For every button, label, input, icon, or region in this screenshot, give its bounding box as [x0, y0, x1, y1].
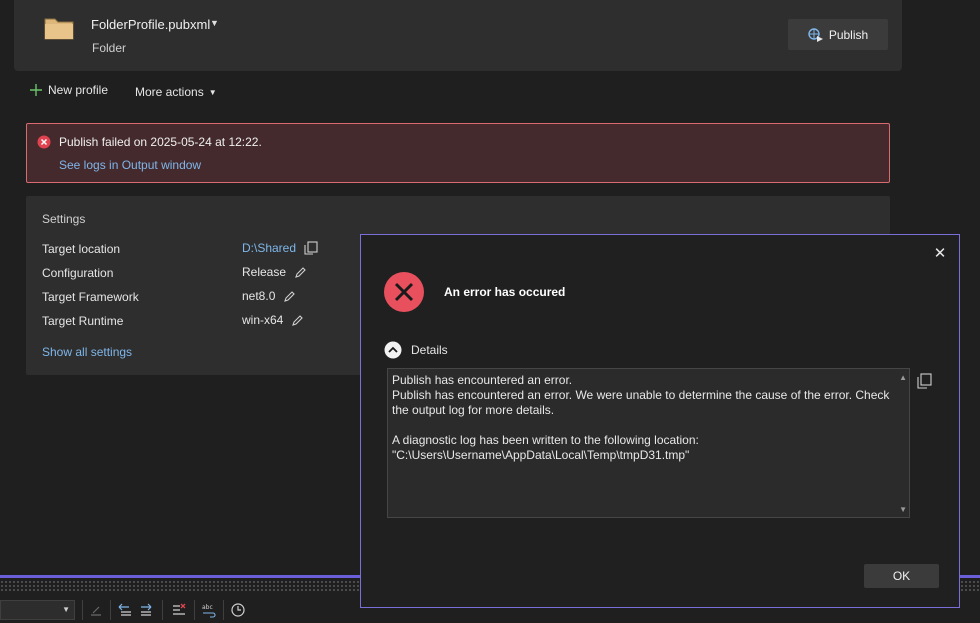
previous-message-icon[interactable] [117, 602, 133, 618]
ok-button[interactable]: OK [864, 564, 939, 588]
more-actions-button[interactable]: More actions ▼ [135, 85, 217, 99]
setting-value-target-runtime: win-x64 [242, 313, 304, 327]
output-source-dropdown[interactable]: ▼ [0, 600, 75, 620]
details-line: Publish has encountered an error. We wer… [392, 388, 890, 417]
find-message-icon[interactable] [88, 602, 104, 618]
profile-type: Folder [92, 41, 127, 55]
configuration-value: Release [242, 265, 287, 279]
dialog-title: An error has occured [444, 285, 566, 299]
error-message: Publish failed on 2025-05-24 at 12:22. [59, 135, 262, 149]
scroll-down-arrow[interactable]: ▼ [899, 505, 907, 514]
error-details-textbox[interactable]: Publish has encountered an error. Publis… [387, 368, 910, 518]
setting-label-configuration: Configuration [42, 266, 114, 280]
error-icon [37, 135, 51, 149]
setting-value-target-framework: net8.0 [242, 289, 296, 303]
copy-icon[interactable] [304, 241, 318, 255]
profile-name[interactable]: FolderProfile.pubxml [91, 17, 210, 32]
svg-text:abc: abc [202, 604, 213, 611]
word-wrap-icon[interactable]: abc [201, 602, 217, 618]
clock-icon[interactable] [230, 602, 246, 618]
error-dialog: ✕ An error has occured Details Publish h… [360, 234, 960, 608]
target-location-link[interactable]: D:\Shared [242, 241, 296, 255]
chevron-up-icon[interactable] [384, 341, 402, 359]
target-framework-value: net8.0 [242, 289, 276, 303]
error-icon [384, 272, 424, 312]
chevron-down-icon: ▼ [208, 87, 217, 97]
toolbar-separator [194, 600, 195, 620]
copy-icon[interactable] [916, 373, 932, 389]
new-profile-button[interactable]: New profile [29, 83, 108, 97]
publish-icon [808, 27, 823, 42]
output-window-link[interactable]: See logs in Output window [59, 158, 201, 172]
clear-all-icon[interactable] [171, 602, 187, 618]
setting-value-target-location: D:\Shared [242, 241, 318, 255]
toolbar-separator [82, 600, 83, 620]
error-banner: Publish failed on 2025-05-24 at 12:22. S… [26, 123, 890, 183]
chevron-down-icon: ▼ [62, 605, 70, 614]
show-all-settings-link[interactable]: Show all settings [42, 345, 132, 359]
toolbar-separator [162, 600, 163, 620]
pencil-icon[interactable] [294, 266, 307, 279]
more-actions-label: More actions [135, 85, 204, 99]
setting-value-configuration: Release [242, 265, 307, 279]
error-details-text: Publish has encountered an error. Publis… [392, 373, 892, 463]
pencil-icon[interactable] [283, 290, 296, 303]
toolbar-separator [110, 600, 111, 620]
publish-label: Publish [828, 27, 869, 42]
publish-button[interactable]: Publish [788, 19, 888, 50]
details-line: A diagnostic log has been written to the… [392, 433, 699, 447]
setting-label-target-runtime: Target Runtime [42, 314, 124, 328]
setting-label-target-location: Target location [42, 242, 121, 256]
next-message-icon[interactable] [139, 602, 155, 618]
profile-card: FolderProfile.pubxml ▼ Folder Publish [14, 0, 902, 71]
scroll-up-arrow[interactable]: ▲ [899, 373, 907, 382]
details-line [392, 418, 892, 433]
close-icon[interactable]: ✕ [932, 246, 948, 262]
details-line: Publish has encountered an error. [392, 373, 573, 387]
settings-title: Settings [42, 212, 86, 226]
pencil-icon[interactable] [291, 314, 304, 327]
details-line: "C:\Users\Username\AppData\Local\Temp\tm… [392, 448, 690, 462]
target-runtime-value: win-x64 [242, 313, 284, 327]
toolbar-separator [223, 600, 224, 620]
plus-icon [30, 84, 42, 96]
folder-icon [44, 18, 74, 40]
new-profile-label: New profile [48, 83, 109, 97]
setting-label-target-framework: Target Framework [42, 290, 139, 304]
chevron-down-icon[interactable]: ▼ [210, 18, 219, 28]
details-toggle-label[interactable]: Details [411, 343, 448, 357]
